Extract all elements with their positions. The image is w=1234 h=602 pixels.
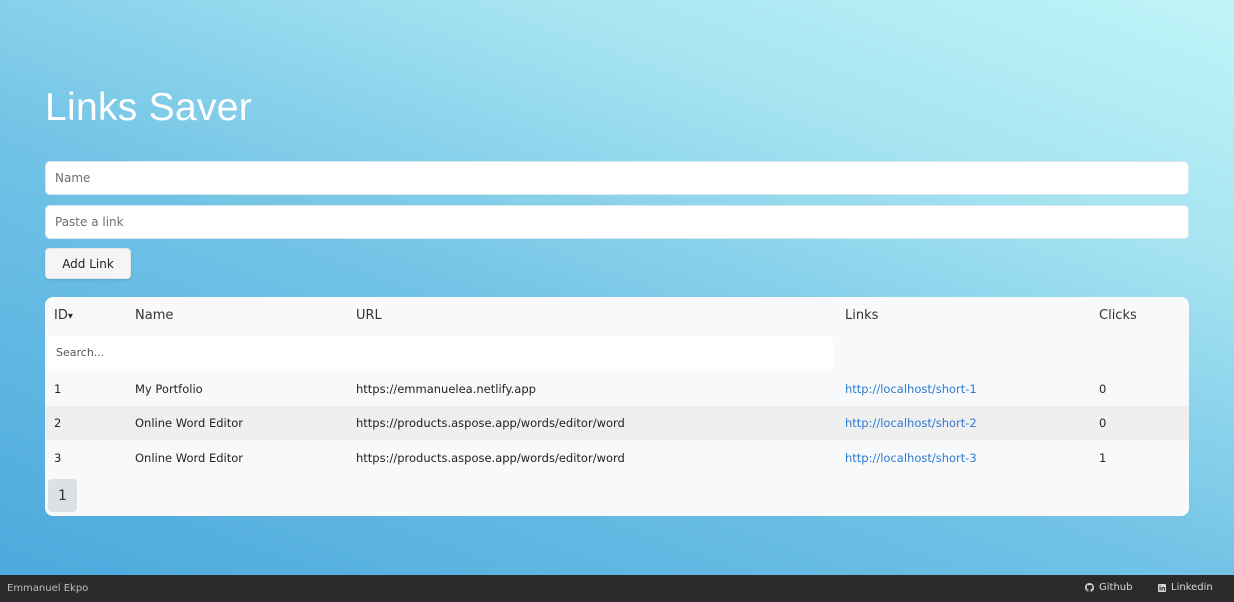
cell-url: https://products.aspose.app/words/editor…	[356, 451, 625, 465]
header-id[interactable]: ID▾	[54, 308, 73, 323]
header-id-label: ID	[54, 308, 68, 323]
header-links[interactable]: Links	[845, 308, 878, 323]
header-url[interactable]: URL	[356, 308, 382, 323]
cell-clicks: 1	[1099, 451, 1107, 465]
cell-name: Online Word Editor	[135, 451, 243, 465]
cell-id: 2	[54, 416, 62, 430]
linkedin-link[interactable]: Linkedin	[1158, 582, 1213, 593]
header-name[interactable]: Name	[135, 308, 173, 323]
cell-url: https://emmanuelea.netlify.app	[356, 382, 536, 396]
github-label: Github	[1099, 582, 1133, 593]
sort-down-icon: ▾	[67, 311, 73, 322]
linkedin-icon	[1158, 583, 1166, 592]
page-button-1[interactable]: 1	[48, 479, 77, 512]
cell-clicks: 0	[1099, 382, 1107, 396]
cell-url: https://products.aspose.app/words/editor…	[356, 416, 625, 430]
name-input[interactable]	[45, 161, 1189, 195]
link-input[interactable]	[45, 205, 1189, 239]
short-link[interactable]: http://localhost/short-3	[845, 451, 977, 465]
table-row: 3 Online Word Editor https://products.as…	[45, 441, 1189, 475]
author-name: Emmanuel Ekpo	[7, 583, 89, 594]
header-clicks[interactable]: Clicks	[1099, 308, 1137, 323]
github-link[interactable]: Github	[1085, 582, 1132, 593]
search-input[interactable]	[47, 336, 833, 369]
github-icon	[1085, 583, 1094, 592]
table-row: 2 Online Word Editor https://products.as…	[45, 406, 1189, 440]
add-link-button[interactable]: Add Link	[45, 248, 131, 279]
cell-name: My Portfolio	[135, 382, 203, 396]
cell-clicks: 0	[1099, 416, 1107, 430]
linkedin-label: Linkedin	[1171, 582, 1213, 593]
cell-name: Online Word Editor	[135, 416, 243, 430]
short-link[interactable]: http://localhost/short-1	[845, 382, 977, 396]
cell-id: 3	[54, 451, 62, 465]
links-table: ID▾ Name URL Links Clicks 1 My Portfolio…	[45, 297, 1189, 516]
cell-id: 1	[54, 382, 62, 396]
footer: Emmanuel Ekpo Github Linkedin	[0, 575, 1234, 602]
table-row: 1 My Portfolio https://emmanuelea.netlif…	[45, 372, 1189, 406]
short-link[interactable]: http://localhost/short-2	[845, 416, 977, 430]
page-title: Links Saver	[45, 86, 253, 129]
